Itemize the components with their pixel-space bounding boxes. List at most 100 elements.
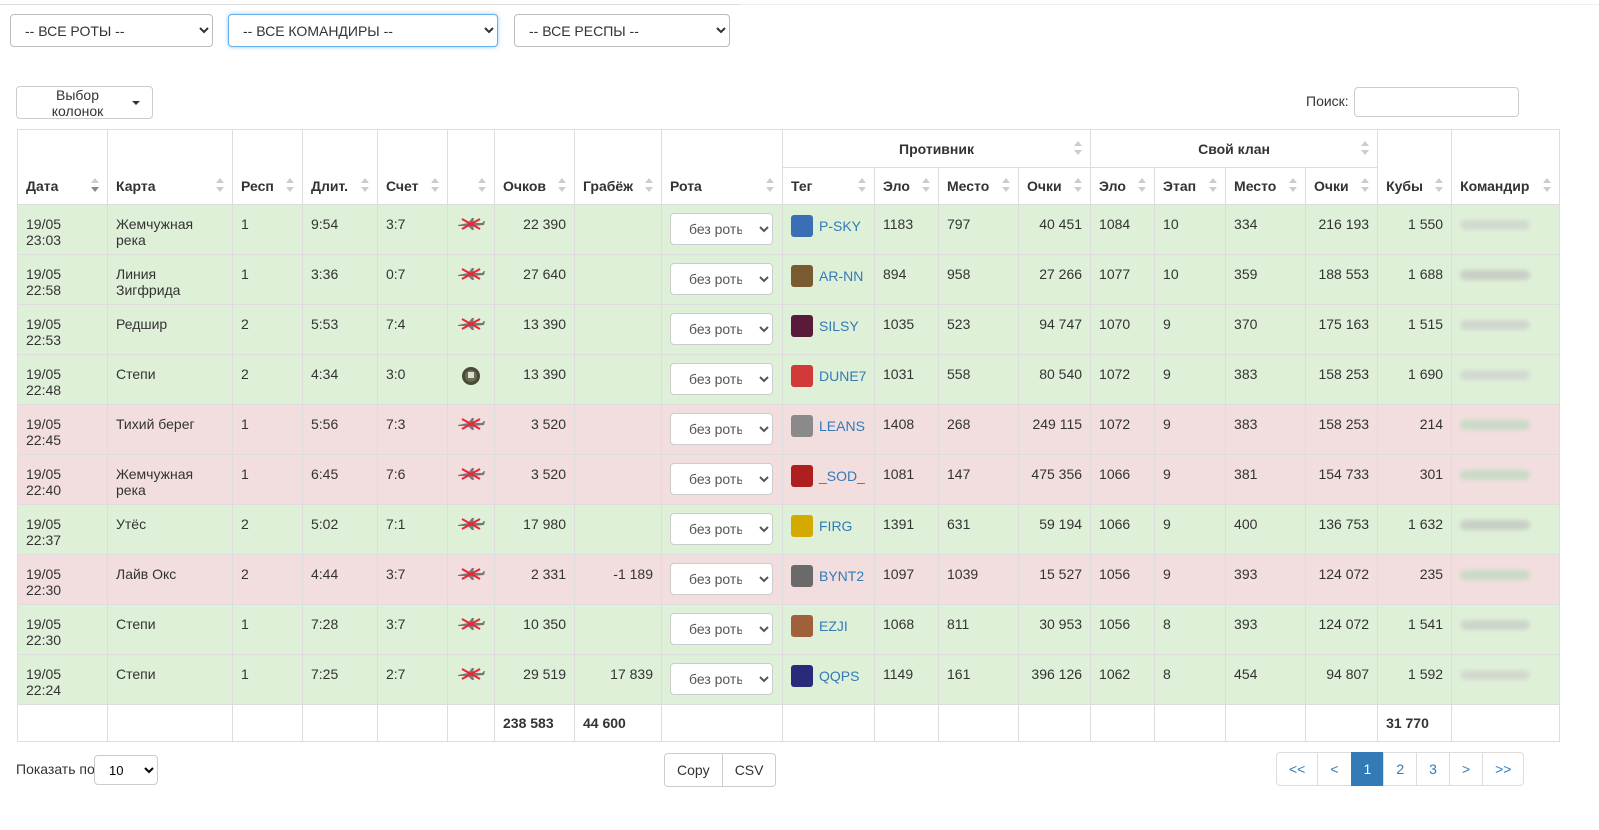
company-select[interactable]: без роты [670, 263, 773, 295]
pagination: << <1 2 3 > >> [1276, 752, 1525, 786]
col-duration[interactable]: Длит. [302, 129, 378, 205]
csv-button[interactable]: CSV [722, 753, 777, 787]
cell-cubes: 1 632 [1377, 504, 1453, 555]
column-chooser-button[interactable]: Выбор колонок [16, 86, 153, 119]
table-row[interactable]: 19/05 22:24 Степи 1 7:25 2:7 29 519 17 839 без … [17, 654, 1561, 705]
total-cubes: 31 770 [1377, 704, 1453, 742]
cell-date: 19/05 22:58 [17, 254, 108, 305]
page-link[interactable]: << [1276, 752, 1319, 786]
col-opp-points[interactable]: Очки [1017, 167, 1092, 205]
col-points[interactable]: Очков [494, 129, 575, 205]
cell-cubes: 301 [1377, 454, 1453, 505]
company-select[interactable]: без роты [670, 313, 773, 345]
col-company[interactable]: Рота [661, 129, 783, 205]
clan-tag-link[interactable]: P-SKY [791, 215, 866, 237]
page-link[interactable]: < [1317, 752, 1352, 786]
col-opp-elo[interactable]: Эло [874, 167, 939, 205]
company-select[interactable]: без роты [670, 563, 773, 595]
page-link[interactable]: 1 [1350, 752, 1385, 786]
page-link[interactable]: >> [1482, 752, 1525, 786]
cell-date: 19/05 22:48 [17, 354, 108, 405]
clan-tag-link[interactable]: EZJI [791, 615, 866, 637]
crossed-plane-icon [456, 268, 486, 285]
cell-own-elo: 1084 [1090, 204, 1156, 255]
company-select[interactable]: без роты [670, 413, 773, 445]
col-loot[interactable]: Грабёж [574, 129, 662, 205]
col-opp-place[interactable]: Место [938, 167, 1019, 205]
cell-cubes: 1 515 [1377, 304, 1453, 355]
cell-own-place: 393 [1225, 604, 1307, 655]
cell-date: 19/05 22:24 [17, 654, 108, 705]
respawns-filter[interactable]: -- ВСЕ РЕСПЫ -- [514, 14, 730, 47]
company-select[interactable]: без роты [670, 513, 773, 545]
clan-tag-link[interactable]: QQPS [791, 665, 866, 687]
col-tag[interactable]: Тег [782, 167, 875, 205]
blurred-commander-name [1460, 270, 1531, 280]
page-link[interactable]: > [1448, 752, 1484, 786]
table-row[interactable]: 19/05 22:58 Линия Зигфрида 1 3:36 0:7 27 640 б… [17, 254, 1561, 305]
cell-opp-elo: 894 [874, 254, 939, 305]
company-select[interactable]: без роты [670, 613, 773, 645]
sort-icon [1543, 178, 1552, 192]
table-row[interactable]: 19/05 22:45 Тихий берег 1 5:56 7:3 3 520 без р… [17, 404, 1561, 455]
company-select[interactable]: без роты [670, 463, 773, 495]
clan-logo-icon [791, 365, 813, 387]
col-own-elo[interactable]: Эло [1090, 167, 1156, 205]
col-group-opponent[interactable]: Противник [781, 129, 1092, 168]
clan-tag-link[interactable]: DUNE7 [791, 365, 866, 387]
page-link[interactable]: 3 [1416, 752, 1450, 786]
cell-duration: 5:53 [302, 304, 378, 355]
col-map[interactable]: Карта [107, 129, 233, 205]
cell-points: 13 390 [494, 304, 575, 355]
table-row[interactable]: 19/05 22:53 Редшир 2 5:53 7:4 13 390 без роты S… [17, 304, 1561, 355]
cell-own-elo: 1070 [1090, 304, 1156, 355]
company-select[interactable]: без роты [670, 363, 773, 395]
table-row[interactable]: 19/05 22:37 Утёс 2 5:02 7:1 17 980 без роты FIR… [17, 504, 1561, 555]
col-own-place[interactable]: Место [1225, 167, 1307, 205]
cell-stage: 10 [1154, 204, 1227, 255]
cell-own-elo: 1066 [1090, 504, 1156, 555]
copy-button[interactable]: Copy [664, 753, 723, 787]
commanders-filter[interactable]: -- ВСЕ КОМАНДИРЫ -- [228, 14, 498, 47]
cell-own-place: 400 [1225, 504, 1307, 555]
clan-tag-link[interactable]: AR-NN [791, 265, 866, 287]
cell-opp-points: 27 266 [1017, 254, 1092, 305]
table-row[interactable]: 19/05 22:30 Лайв Окс 2 4:44 3:7 2 331 -1 189 бе… [17, 554, 1561, 605]
table-row[interactable]: 19/05 22:40 Жемчужная река 1 6:45 7:6 3 520 бе… [17, 454, 1561, 505]
company-select[interactable]: без роты [670, 213, 773, 245]
cell-duration: 3:36 [302, 254, 378, 305]
col-mode[interactable] [447, 129, 495, 205]
col-group-own-clan[interactable]: Свой клан [1090, 129, 1379, 168]
clan-logo-icon [791, 665, 813, 687]
clan-tag-link[interactable]: _SOD_ [791, 465, 866, 487]
companies-filter[interactable]: -- ВСЕ РОТЫ -- [10, 14, 213, 47]
table-row[interactable]: 19/05 22:30 Степи 1 7:28 3:7 10 350 без роты EZ… [17, 604, 1561, 655]
sort-icon [766, 178, 774, 192]
col-own-points[interactable]: Очки [1305, 167, 1379, 205]
clan-tag-link[interactable]: FIRG [791, 515, 866, 537]
clan-logo-icon [791, 565, 813, 587]
col-stage[interactable]: Этап [1154, 167, 1227, 205]
col-resp[interactable]: Респ [232, 129, 303, 205]
cell-own-points: 216 193 [1305, 204, 1379, 255]
clan-tag-link[interactable]: BYNT2 [791, 565, 866, 587]
sort-icon [286, 178, 294, 192]
blurred-commander-name [1460, 670, 1531, 680]
table-row[interactable]: 19/05 22:48 Степи 2 4:34 3:0 13 390 без роты DU… [17, 354, 1561, 405]
cell-points: 13 390 [494, 354, 575, 405]
col-date[interactable]: Дата [17, 129, 108, 205]
sort-icon [1435, 178, 1444, 192]
company-select[interactable]: без роты [670, 663, 773, 695]
clan-tag-link[interactable]: LEANS [791, 415, 866, 437]
clan-tag-link[interactable]: SILSY [791, 315, 866, 337]
table-row[interactable]: 19/05 23:03 Жемчужная река 1 9:54 3:7 22 390 б… [17, 204, 1561, 255]
cell-opp-elo: 1081 [874, 454, 939, 505]
search-input[interactable] [1354, 87, 1519, 117]
col-score[interactable]: Счет [377, 129, 448, 205]
page-link[interactable]: 2 [1383, 752, 1418, 786]
col-commander[interactable]: Командир [1451, 129, 1561, 205]
page-size-select[interactable]: 10 [94, 755, 158, 785]
col-cubes[interactable]: Кубы [1377, 129, 1453, 205]
cell-map: Степи [107, 654, 233, 705]
cell-map: Утёс [107, 504, 233, 555]
